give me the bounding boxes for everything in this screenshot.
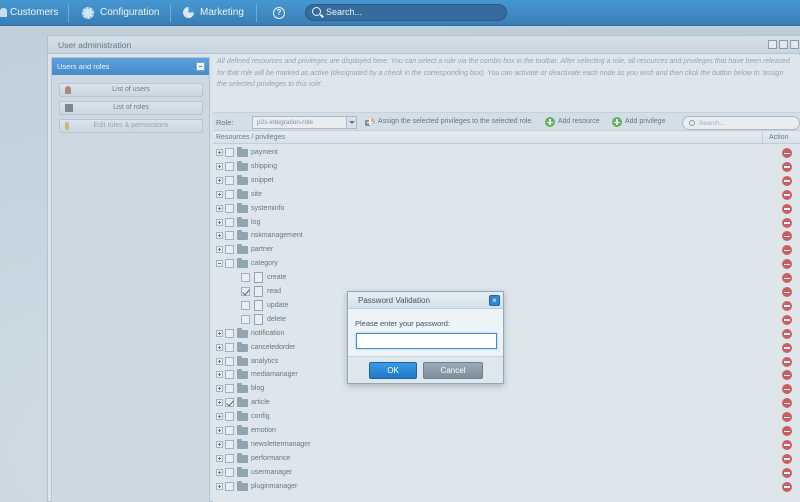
modal-overlay [0, 0, 800, 502]
close-icon[interactable]: × [489, 295, 500, 306]
dialog-footer: OK Cancel [348, 356, 503, 383]
password-prompt: Please enter your password: [355, 319, 451, 328]
password-validation-dialog: Password Validation × Please enter your … [347, 291, 504, 384]
password-field[interactable] [356, 333, 497, 349]
dialog-title: Password Validation [358, 296, 430, 305]
ok-button[interactable]: OK [369, 362, 417, 379]
dialog-title-bar[interactable]: Password Validation × [348, 292, 503, 309]
cancel-button[interactable]: Cancel [423, 362, 483, 379]
